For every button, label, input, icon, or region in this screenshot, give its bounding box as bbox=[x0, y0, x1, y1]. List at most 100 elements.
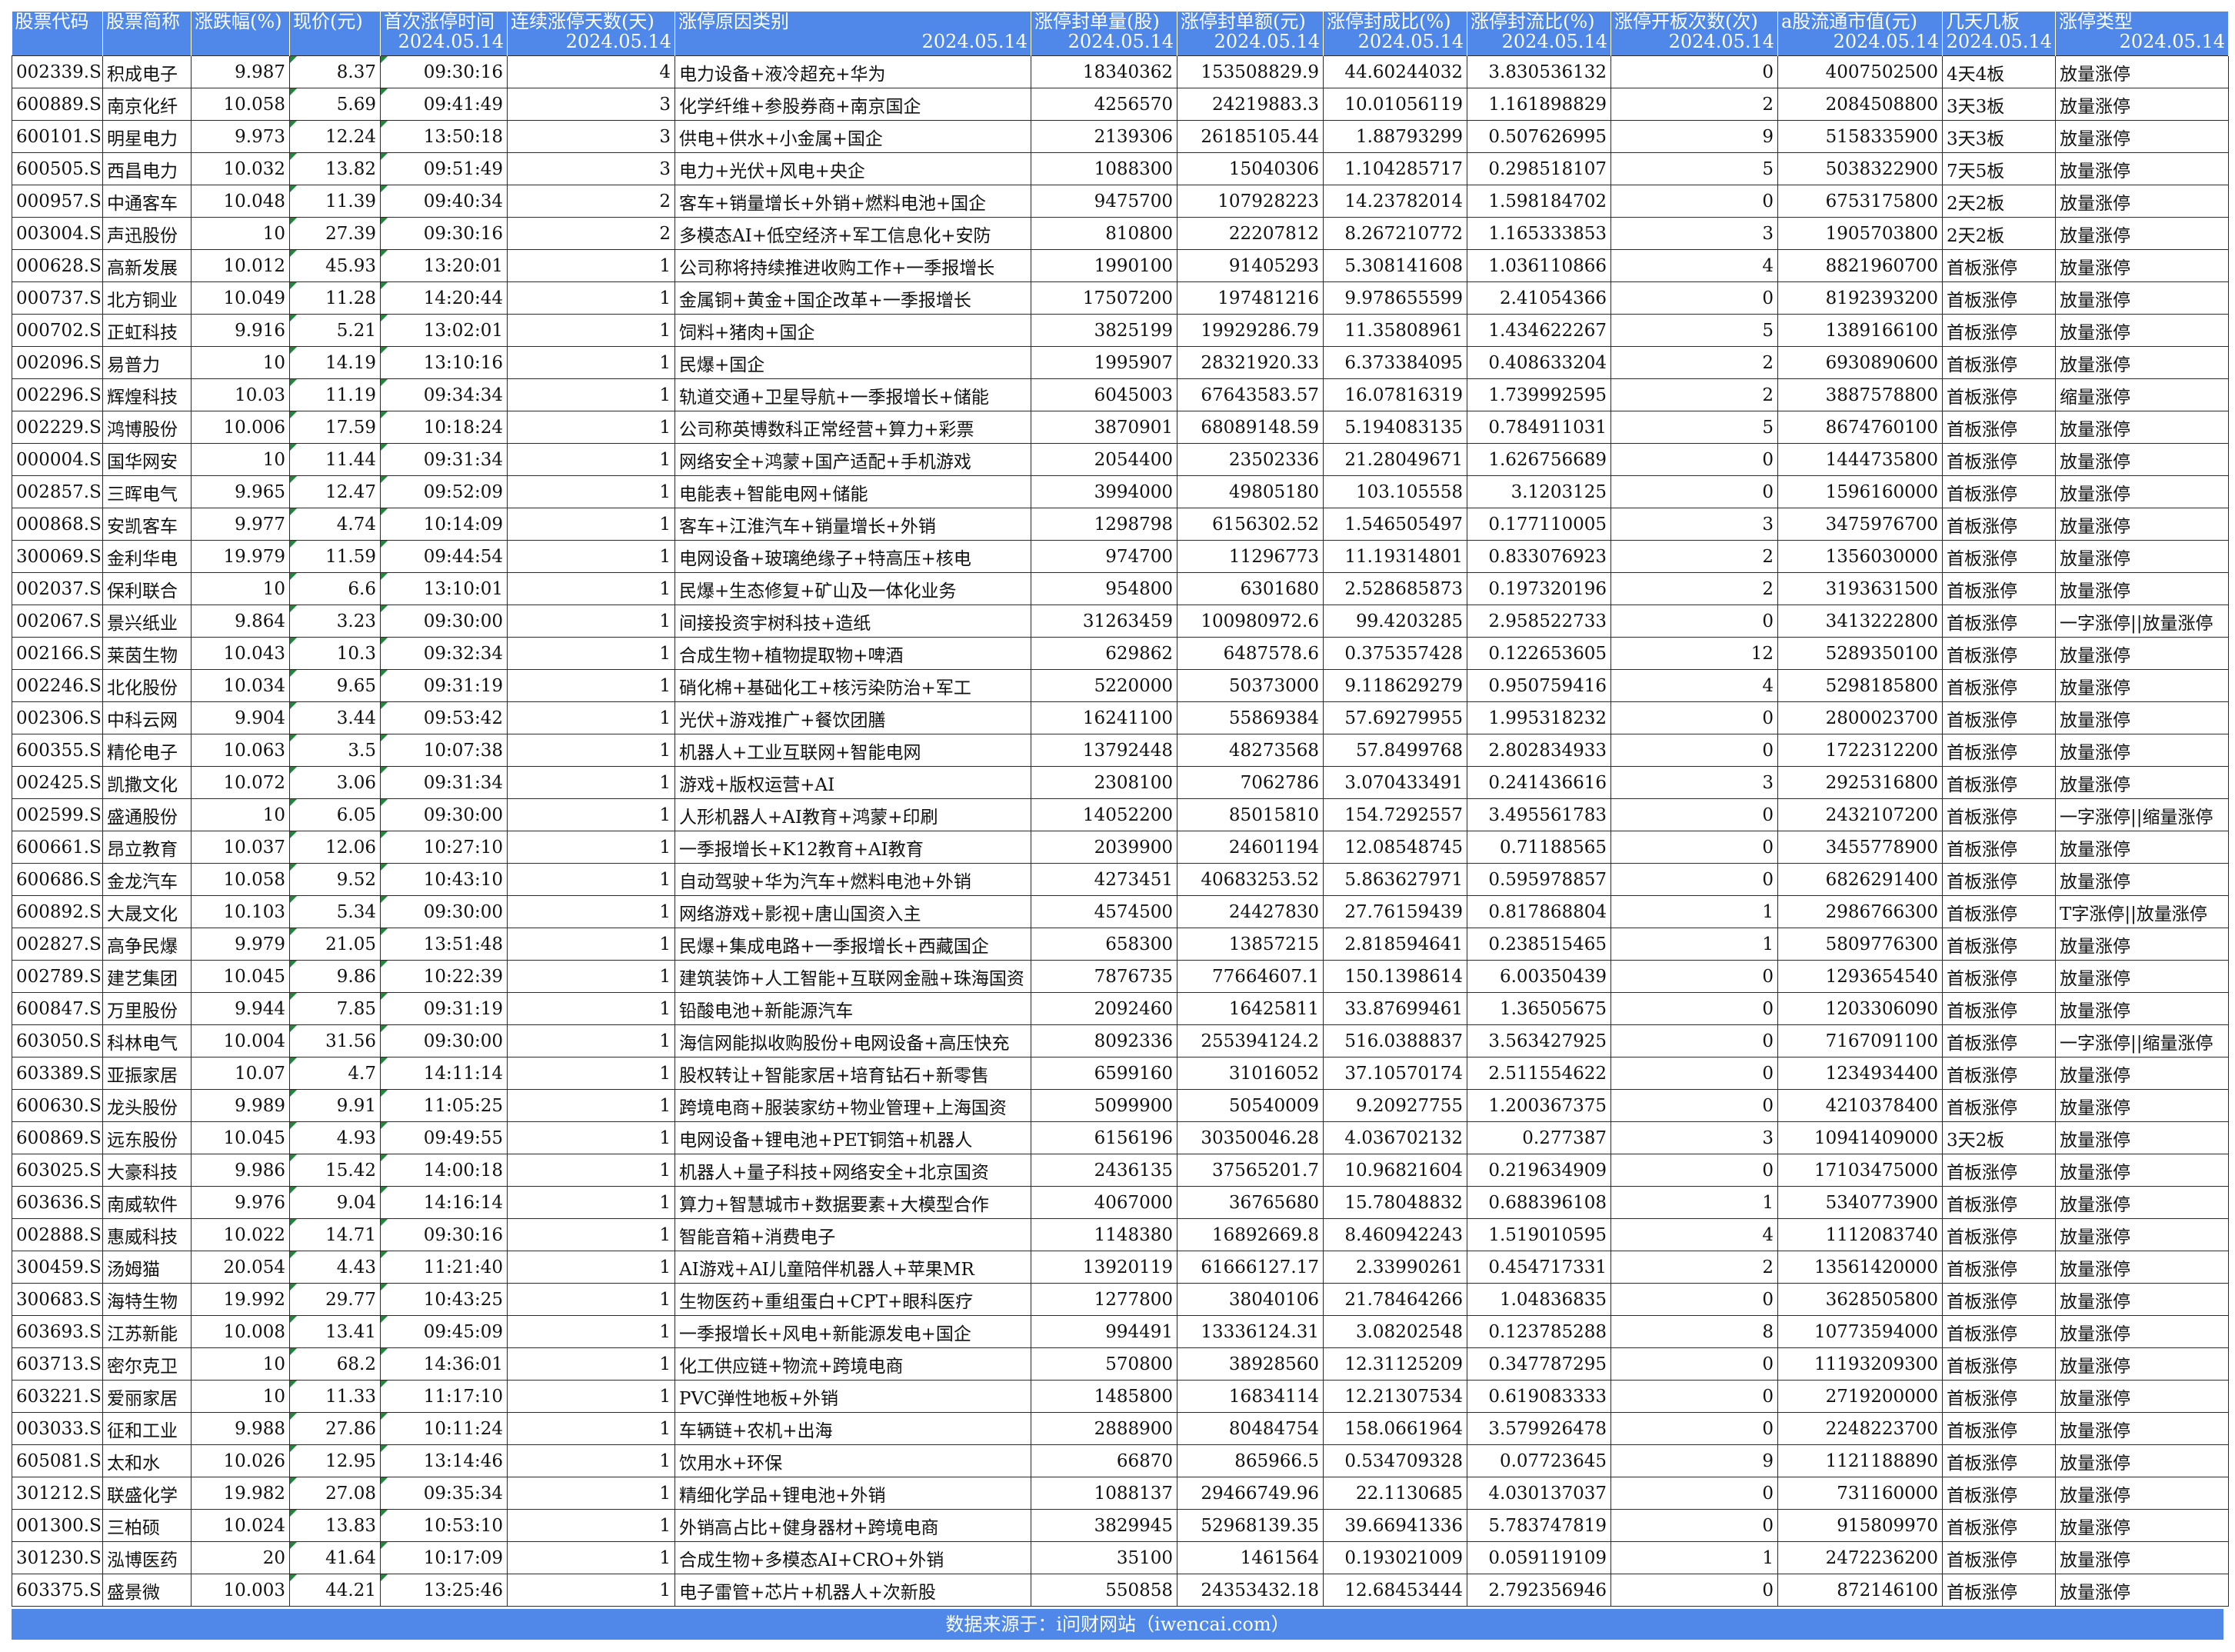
cell-price[interactable]: 17.59 bbox=[289, 411, 381, 444]
cell-seal-float-ratio[interactable]: 0.123785288 bbox=[1467, 1315, 1611, 1348]
cell-seal-float-ratio[interactable]: 0.688396108 bbox=[1467, 1186, 1611, 1219]
cell-limit-type[interactable]: 放量涨停 bbox=[2055, 120, 2229, 153]
table-row[interactable]: 603221.SH爱丽家居1011.3311:17:101PVC弹性地板+外销1… bbox=[12, 1380, 2229, 1413]
cell-name[interactable]: 声迅股份 bbox=[102, 217, 192, 250]
cell-consecutive-days[interactable]: 1 bbox=[507, 1477, 675, 1510]
cell-open-count[interactable]: 0 bbox=[1610, 1509, 1778, 1542]
cell-open-count[interactable]: 0 bbox=[1610, 798, 1778, 831]
cell-price[interactable]: 5.69 bbox=[289, 88, 381, 121]
cell-price[interactable]: 31.56 bbox=[289, 1024, 381, 1057]
cell-code[interactable]: 002229.SZ bbox=[12, 411, 103, 444]
cell-seal-turnover-ratio[interactable]: 3.070433491 bbox=[1323, 766, 1467, 799]
cell-float-market-cap[interactable]: 10773594000 bbox=[1777, 1315, 1943, 1348]
cell-seal-float-ratio[interactable]: 4.030137037 bbox=[1467, 1477, 1611, 1510]
cell-seal-turnover-ratio[interactable]: 9.20927755 bbox=[1323, 1089, 1467, 1122]
cell-days-boards[interactable]: 首板涨停 bbox=[1942, 669, 2056, 702]
table-row[interactable]: 600101.SH明星电力9.97312.2413:50:183供电+供水+小金… bbox=[12, 120, 2229, 153]
cell-change-pct[interactable]: 20 bbox=[191, 1541, 290, 1574]
cell-reason[interactable]: 机器人+量子科技+网络安全+北京国资 bbox=[674, 1154, 1031, 1187]
cell-name[interactable]: 易普力 bbox=[102, 346, 192, 379]
cell-open-count[interactable]: 9 bbox=[1610, 1444, 1778, 1477]
cell-days-boards[interactable]: 首板涨停 bbox=[1942, 1186, 2056, 1219]
cell-change-pct[interactable]: 10.037 bbox=[191, 831, 290, 864]
table-row[interactable]: 002229.SZ鸿博股份10.00617.5910:18:241公司称英博数科… bbox=[12, 411, 2229, 444]
cell-reason[interactable]: 合成生物+植物提取物+啤酒 bbox=[674, 637, 1031, 670]
cell-first-limit-time[interactable]: 09:44:54 bbox=[380, 540, 508, 573]
cell-days-boards[interactable]: 首板涨停 bbox=[1942, 766, 2056, 799]
cell-change-pct[interactable]: 10.032 bbox=[191, 152, 290, 185]
cell-change-pct[interactable]: 9.987 bbox=[191, 55, 290, 88]
cell-price[interactable]: 4.43 bbox=[289, 1251, 381, 1284]
cell-seal-amount[interactable]: 1461564 bbox=[1177, 1541, 1324, 1574]
cell-days-boards[interactable]: 首板涨停 bbox=[1942, 992, 2056, 1025]
cell-change-pct[interactable]: 9.988 bbox=[191, 1412, 290, 1445]
cell-seal-float-ratio[interactable]: 0.122653605 bbox=[1467, 637, 1611, 670]
table-row[interactable]: 603713.SH密尔克卫1068.214:36:011化工供应链+物流+跨境电… bbox=[12, 1347, 2229, 1381]
table-row[interactable]: 600869.SH远东股份10.0454.9309:49:551电网设备+锂电池… bbox=[12, 1121, 2229, 1154]
cell-reason[interactable]: 网络安全+鸿蒙+国产适配+手机游戏 bbox=[674, 443, 1031, 476]
cell-reason[interactable]: 铅酸电池+新能源汽车 bbox=[674, 992, 1031, 1025]
cell-seal-float-ratio[interactable]: 2.792356946 bbox=[1467, 1574, 1611, 1607]
cell-change-pct[interactable]: 10.026 bbox=[191, 1444, 290, 1477]
cell-seal-turnover-ratio[interactable]: 57.69279955 bbox=[1323, 701, 1467, 734]
cell-limit-type[interactable]: 放量涨停 bbox=[2055, 1509, 2229, 1542]
cell-float-market-cap[interactable]: 8674760100 bbox=[1777, 411, 1943, 444]
cell-seal-float-ratio[interactable]: 3.830536132 bbox=[1467, 55, 1611, 88]
cell-seal-amount[interactable]: 50373000 bbox=[1177, 669, 1324, 702]
column-header-name[interactable]: 股票简称 bbox=[102, 12, 192, 56]
cell-consecutive-days[interactable]: 1 bbox=[507, 637, 675, 670]
cell-change-pct[interactable]: 10.058 bbox=[191, 863, 290, 896]
cell-seal-turnover-ratio[interactable]: 0.375357428 bbox=[1323, 637, 1467, 670]
cell-float-market-cap[interactable]: 6826291400 bbox=[1777, 863, 1943, 896]
cell-name[interactable]: 凯撒文化 bbox=[102, 766, 192, 799]
cell-code[interactable]: 002789.SZ bbox=[12, 960, 103, 993]
cell-seal-amount[interactable]: 61666127.17 bbox=[1177, 1251, 1324, 1284]
cell-days-boards[interactable]: 首板涨停 bbox=[1942, 1412, 2056, 1445]
cell-price[interactable]: 9.65 bbox=[289, 669, 381, 702]
cell-seal-volume[interactable]: 974700 bbox=[1031, 540, 1177, 573]
cell-code[interactable]: 600661.SH bbox=[12, 831, 103, 864]
cell-open-count[interactable]: 2 bbox=[1610, 572, 1778, 605]
cell-seal-turnover-ratio[interactable]: 39.66941336 bbox=[1323, 1509, 1467, 1542]
column-header-float-market-cap[interactable]: a股流通市值(元) 2024.05.14 bbox=[1777, 12, 1943, 56]
cell-days-boards[interactable]: 首板涨停 bbox=[1942, 1347, 2056, 1381]
cell-days-boards[interactable]: 首板涨停 bbox=[1942, 249, 2056, 282]
cell-seal-volume[interactable]: 5220000 bbox=[1031, 669, 1177, 702]
cell-seal-amount[interactable]: 19929286.79 bbox=[1177, 314, 1324, 347]
cell-seal-amount[interactable]: 865966.5 bbox=[1177, 1444, 1324, 1477]
cell-float-market-cap[interactable]: 10941409000 bbox=[1777, 1121, 1943, 1154]
cell-change-pct[interactable]: 10 bbox=[191, 798, 290, 831]
cell-name[interactable]: 精伦电子 bbox=[102, 734, 192, 767]
cell-seal-float-ratio[interactable]: 3.1203125 bbox=[1467, 475, 1611, 508]
cell-first-limit-time[interactable]: 09:30:00 bbox=[380, 1024, 508, 1057]
cell-seal-amount[interactable]: 197481216 bbox=[1177, 281, 1324, 315]
cell-float-market-cap[interactable]: 5340773900 bbox=[1777, 1186, 1943, 1219]
cell-reason[interactable]: 供电+供水+小金属+国企 bbox=[674, 120, 1031, 153]
cell-first-limit-time[interactable]: 09:35:34 bbox=[380, 1477, 508, 1510]
cell-consecutive-days[interactable]: 4 bbox=[507, 55, 675, 88]
cell-first-limit-time[interactable]: 13:10:01 bbox=[380, 572, 508, 605]
cell-change-pct[interactable]: 9.986 bbox=[191, 1154, 290, 1187]
cell-days-boards[interactable]: 首板涨停 bbox=[1942, 895, 2056, 928]
cell-code[interactable]: 603636.SH bbox=[12, 1186, 103, 1219]
cell-float-market-cap[interactable]: 3455778900 bbox=[1777, 831, 1943, 864]
cell-code[interactable]: 600101.SH bbox=[12, 120, 103, 153]
cell-seal-volume[interactable]: 18340362 bbox=[1031, 55, 1177, 88]
cell-name[interactable]: 金龙汽车 bbox=[102, 863, 192, 896]
cell-days-boards[interactable]: 首板涨停 bbox=[1942, 734, 2056, 767]
table-row[interactable]: 000628.SZ高新发展10.01245.9313:20:011公司称将持续推… bbox=[12, 249, 2229, 282]
cell-seal-volume[interactable]: 8092336 bbox=[1031, 1024, 1177, 1057]
cell-limit-type[interactable]: 放量涨停 bbox=[2055, 637, 2229, 670]
cell-open-count[interactable]: 3 bbox=[1610, 1121, 1778, 1154]
cell-seal-float-ratio[interactable]: 5.783747819 bbox=[1467, 1509, 1611, 1542]
cell-days-boards[interactable]: 首板涨停 bbox=[1942, 411, 2056, 444]
cell-seal-float-ratio[interactable]: 2.802834933 bbox=[1467, 734, 1611, 767]
cell-code[interactable]: 002888.SZ bbox=[12, 1218, 103, 1251]
cell-seal-float-ratio[interactable]: 1.161898829 bbox=[1467, 88, 1611, 121]
cell-name[interactable]: 建艺集团 bbox=[102, 960, 192, 993]
table-row[interactable]: 603025.SH大豪科技9.98615.4214:00:181机器人+量子科技… bbox=[12, 1154, 2229, 1187]
cell-reason[interactable]: 海信网能拟收购股份+电网设备+高压快充 bbox=[674, 1024, 1031, 1057]
cell-seal-volume[interactable]: 35100 bbox=[1031, 1541, 1177, 1574]
cell-seal-float-ratio[interactable]: 0.298518107 bbox=[1467, 152, 1611, 185]
cell-limit-type[interactable]: 放量涨停 bbox=[2055, 734, 2229, 767]
